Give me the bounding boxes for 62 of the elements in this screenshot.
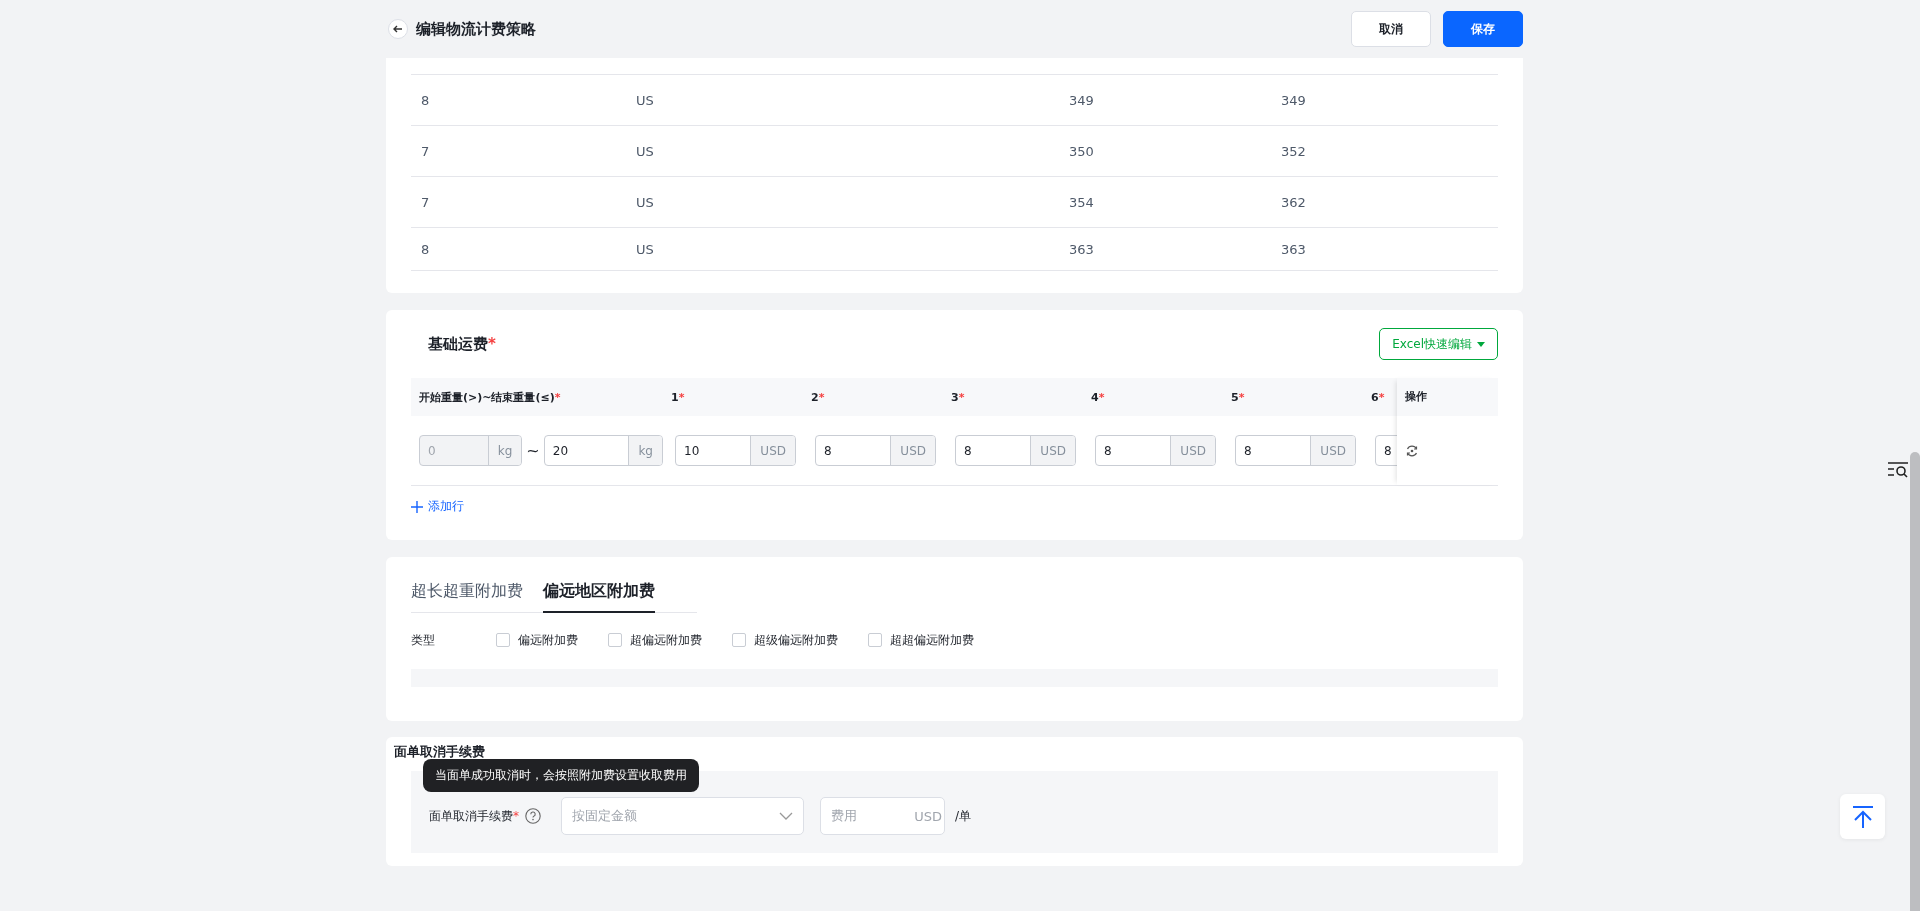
tab[interactable]: 超长超重附加费: [411, 581, 523, 613]
scrollbar[interactable]: [1910, 452, 1920, 911]
back-icon[interactable]: [388, 19, 408, 39]
table-cell-text: US: [635, 241, 655, 257]
table-cell-text: US: [635, 92, 655, 108]
sync-icon[interactable]: [1405, 443, 1420, 458]
checkbox-label[interactable]: 超级偏远附加费: [754, 631, 838, 649]
section-title: 面单取消手续费: [394, 743, 486, 761]
checkbox[interactable]: [496, 633, 510, 647]
column-header: 4*: [1090, 390, 1106, 404]
checkbox-label[interactable]: 偏远附加费: [518, 631, 578, 649]
price-field[interactable]: 8 USD: [1235, 435, 1356, 466]
table-cell-text: 349: [1280, 92, 1307, 108]
table-cell-text: 362: [1280, 194, 1307, 210]
column-header: 5*: [1230, 390, 1246, 404]
checkbox-label[interactable]: 超超偏远附加费: [890, 631, 974, 649]
table-cell-text: 350: [1068, 143, 1095, 159]
column-header: 2*: [810, 390, 826, 404]
table-cell-text: 349: [1068, 92, 1095, 108]
add-row-button[interactable]: 添加行: [411, 498, 464, 515]
checkbox[interactable]: [608, 633, 622, 647]
back-to-top-button[interactable]: [1840, 794, 1885, 839]
caret-icon: [1477, 341, 1485, 347]
list-search-icon[interactable]: [1888, 462, 1910, 478]
price-field[interactable]: 8 USD: [1095, 435, 1216, 466]
cancel-button[interactable]: 取消: [1351, 11, 1431, 47]
range-separator: ~: [526, 441, 540, 460]
plus-icon: [411, 500, 423, 513]
price-field[interactable]: 8: [1375, 435, 1398, 466]
tab[interactable]: 偏远地区附加费: [543, 581, 655, 613]
table-cell-text: US: [635, 143, 655, 159]
checkbox[interactable]: [868, 633, 882, 647]
section-title: 基础运费*: [427, 334, 496, 354]
table-cell-text: 363: [1280, 241, 1307, 257]
weight-field[interactable]: 20 kg: [543, 435, 663, 466]
arrow-up-icon: [1850, 804, 1875, 829]
table-cell-text: 354: [1068, 194, 1095, 210]
chevron-down-icon: [779, 812, 793, 820]
table-cell-text: 7: [420, 143, 431, 159]
field-label: 类型: [411, 631, 436, 649]
field-label: 面单取消手续费*: [429, 807, 519, 825]
table-cell-text: 7: [420, 194, 431, 210]
column-header: 开始重量(>)~结束重量(≤)*: [418, 389, 562, 405]
table-cell-text: 8: [420, 92, 431, 108]
column-header: 1*: [670, 390, 686, 404]
table-cell-text: US: [635, 194, 655, 210]
column-header: 6*: [1370, 390, 1386, 404]
unit-label: /单: [955, 807, 972, 825]
checkbox[interactable]: [732, 633, 746, 647]
column-header: 3*: [950, 390, 966, 404]
price-field[interactable]: 10 USD: [675, 435, 796, 466]
save-button[interactable]: 保存: [1443, 11, 1523, 47]
help-icon[interactable]: [525, 808, 541, 824]
table-cell-text: 363: [1068, 241, 1095, 257]
column-header: 操作: [1397, 378, 1498, 416]
price-field[interactable]: 8 USD: [815, 435, 936, 466]
table-cell-text: 8: [420, 241, 431, 257]
price-field[interactable]: 8 USD: [955, 435, 1076, 466]
table-cell-text: 352: [1280, 143, 1307, 159]
tooltip: 当面单成功取消时，会按照附加费设置收取费用: [423, 759, 699, 792]
page-title: 编辑物流计费策略: [416, 19, 536, 39]
checkbox-label[interactable]: 超偏远附加费: [630, 631, 702, 649]
